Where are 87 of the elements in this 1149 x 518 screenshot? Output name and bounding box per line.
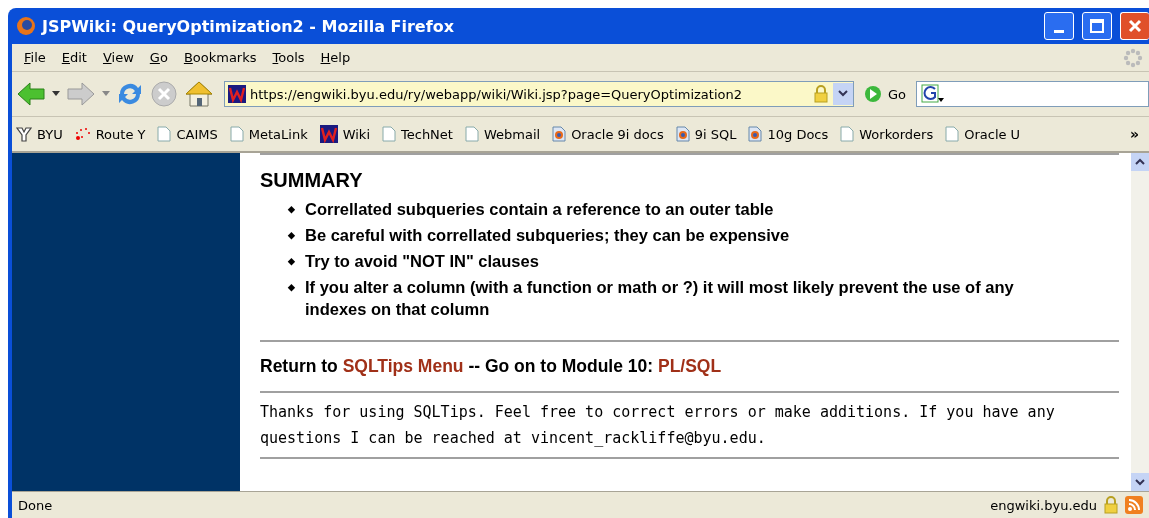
minimize-button[interactable] <box>1044 12 1074 40</box>
bookmark-label: Oracle U <box>964 126 1021 142</box>
menu-item[interactable]: Bookmarks <box>175 50 265 65</box>
page-icon <box>382 126 396 142</box>
bookmark-item[interactable]: CAIMS <box>157 126 218 142</box>
page-icon <box>229 126 244 142</box>
bookmark-item[interactable]: BYU <box>16 126 63 142</box>
maximize-icon <box>1090 19 1104 33</box>
menu-item[interactable]: File <box>16 50 54 65</box>
minimize-icon <box>1054 29 1064 33</box>
vertical-scrollbar[interactable] <box>1131 153 1149 491</box>
go-button[interactable]: Go <box>860 85 911 103</box>
scroll-up-button[interactable] <box>1131 153 1149 171</box>
bullet-item: Try to avoid "NOT IN" clauses <box>305 251 539 272</box>
bookmark-item[interactable]: MetaLink <box>229 126 308 142</box>
back-arrow-icon[interactable] <box>16 81 46 107</box>
bookmark-item[interactable]: Oracle U <box>945 126 1021 142</box>
chevron-down-icon <box>1135 478 1145 486</box>
menu-item[interactable]: Help <box>312 50 359 65</box>
wiki-link[interactable]: SQLTips Menu <box>342 356 464 376</box>
bookmark-label: TechNet <box>401 126 453 142</box>
padlock-icon <box>1103 496 1119 514</box>
rss-icon[interactable] <box>1125 496 1143 514</box>
window-title: JSPWiki: QueryOptimization2 - Mozilla Firefox <box>42 16 455 36</box>
bookmark-label: CAIMS <box>176 126 218 142</box>
bookmark-item[interactable]: Route Y <box>74 126 146 142</box>
bullet-marker: ◆ <box>288 203 295 216</box>
dots-icon <box>74 126 91 142</box>
bookmark-item[interactable]: Webmail <box>464 126 541 142</box>
bookmark-label: 10g Docs <box>767 126 829 142</box>
bookmark-label: Wiki <box>342 126 370 142</box>
chevron-down-icon <box>838 90 848 98</box>
wiki-link[interactable]: PL/SQL <box>657 356 722 376</box>
padlock-icon <box>813 85 829 103</box>
footer-text: Thanks for using SQLTips. Feel free to correct errors or make additions. If you have any questions I can be reached at vincent_rackliffe@byu.edu. <box>260 402 1056 449</box>
bullet-item: Be careful with correllated subqueries; they can be expensive <box>305 225 790 246</box>
bullet-marker: ◆ <box>288 281 295 294</box>
dropdown-button[interactable] <box>833 83 853 105</box>
home-icon[interactable] <box>184 80 214 108</box>
search-field[interactable] <box>916 81 1149 107</box>
more-bookmarks-button[interactable]: » <box>1129 126 1139 142</box>
page-globe-icon <box>748 126 763 142</box>
bookmark-item[interactable]: Workorders <box>840 126 934 142</box>
scroll-down-button[interactable] <box>1131 473 1149 491</box>
page-globe-icon <box>552 126 567 142</box>
address-field[interactable]: https://engwiki.byu.edu/ry/webapp/wiki/Wiki.jsp?page=QueryOptimization2 <box>224 81 854 107</box>
status-text: Done <box>18 497 54 513</box>
bookmark-label: 9i SQL <box>694 126 737 142</box>
bookmark-label: Route Y <box>95 126 146 142</box>
section-heading: SUMMARY <box>260 169 364 192</box>
bookmark-item[interactable]: Oracle 9i docs <box>552 126 664 142</box>
bookmark-item[interactable]: 9i SQL <box>675 126 737 142</box>
page-icon <box>464 126 479 142</box>
menu-item[interactable]: Tools <box>264 50 313 65</box>
bullet-marker: ◆ <box>288 229 295 242</box>
bookmark-label: Workorders <box>859 126 934 142</box>
bullet-item: If you alter a column (with a function or math or ?) it will most likely prevent the use of any indexes on that column <box>305 277 1015 320</box>
bullet-marker: ◆ <box>288 255 295 268</box>
chevron-up-icon <box>1135 158 1145 166</box>
bookmark-label: Oracle 9i docs <box>571 126 664 142</box>
page-icon <box>840 126 855 142</box>
menu-item[interactable]: Go <box>141 50 176 65</box>
throbber-icon <box>1123 48 1143 68</box>
page-globe-icon <box>675 126 690 142</box>
page-icon <box>945 126 960 142</box>
close-button[interactable] <box>1120 12 1149 40</box>
play-icon <box>864 85 882 103</box>
stop-icon[interactable] <box>150 80 178 108</box>
bookmark-label: BYU <box>37 126 63 142</box>
close-icon <box>1128 19 1142 33</box>
caret-icon[interactable] <box>52 91 60 97</box>
bookmark-item[interactable]: 10g Docs <box>748 126 829 142</box>
bookmark-item[interactable]: Wiki <box>319 125 370 143</box>
y-logo-icon <box>16 126 32 142</box>
w-logo-icon <box>228 85 246 103</box>
menu-item[interactable]: View <box>94 50 142 65</box>
bookmark-label: MetaLink <box>248 126 308 142</box>
bullet-item: Correllated subqueries contain a reference to an outer table <box>305 199 774 220</box>
page-icon <box>157 126 172 142</box>
menu-item[interactable]: Edit <box>53 50 95 65</box>
bookmark-item[interactable]: TechNet <box>382 126 453 142</box>
bookmark-label: Webmail <box>483 126 541 142</box>
search-engine-icon[interactable] <box>921 84 946 104</box>
maximize-button[interactable] <box>1082 12 1112 40</box>
navigation-text: Return to SQLTips Menu -- Go on to Module 10: PL/SQL <box>260 356 723 377</box>
host-text: engwiki.byu.edu <box>990 497 1097 513</box>
w-logo-icon <box>319 125 338 143</box>
